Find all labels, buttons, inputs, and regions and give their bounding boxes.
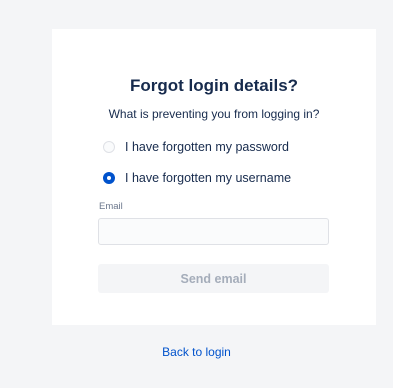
radio-unchecked-icon[interactable] (103, 141, 115, 153)
radio-checked-icon[interactable] (103, 172, 115, 184)
send-email-button[interactable]: Send email (98, 264, 329, 293)
option-forgot-password-label: I have forgotten my password (125, 140, 289, 154)
email-label: Email (99, 201, 123, 212)
option-forgot-username[interactable]: I have forgotten my username (103, 171, 291, 185)
forgot-login-card: Forgot login details? What is preventing… (52, 29, 376, 325)
back-to-login-link[interactable]: Back to login (0, 345, 393, 359)
page-subtitle: What is preventing you from logging in? (108, 107, 320, 121)
email-field[interactable] (98, 218, 329, 245)
option-forgot-password[interactable]: I have forgotten my password (103, 140, 289, 154)
option-forgot-username-label: I have forgotten my username (125, 171, 292, 185)
page-title: Forgot login details? (129, 76, 299, 95)
